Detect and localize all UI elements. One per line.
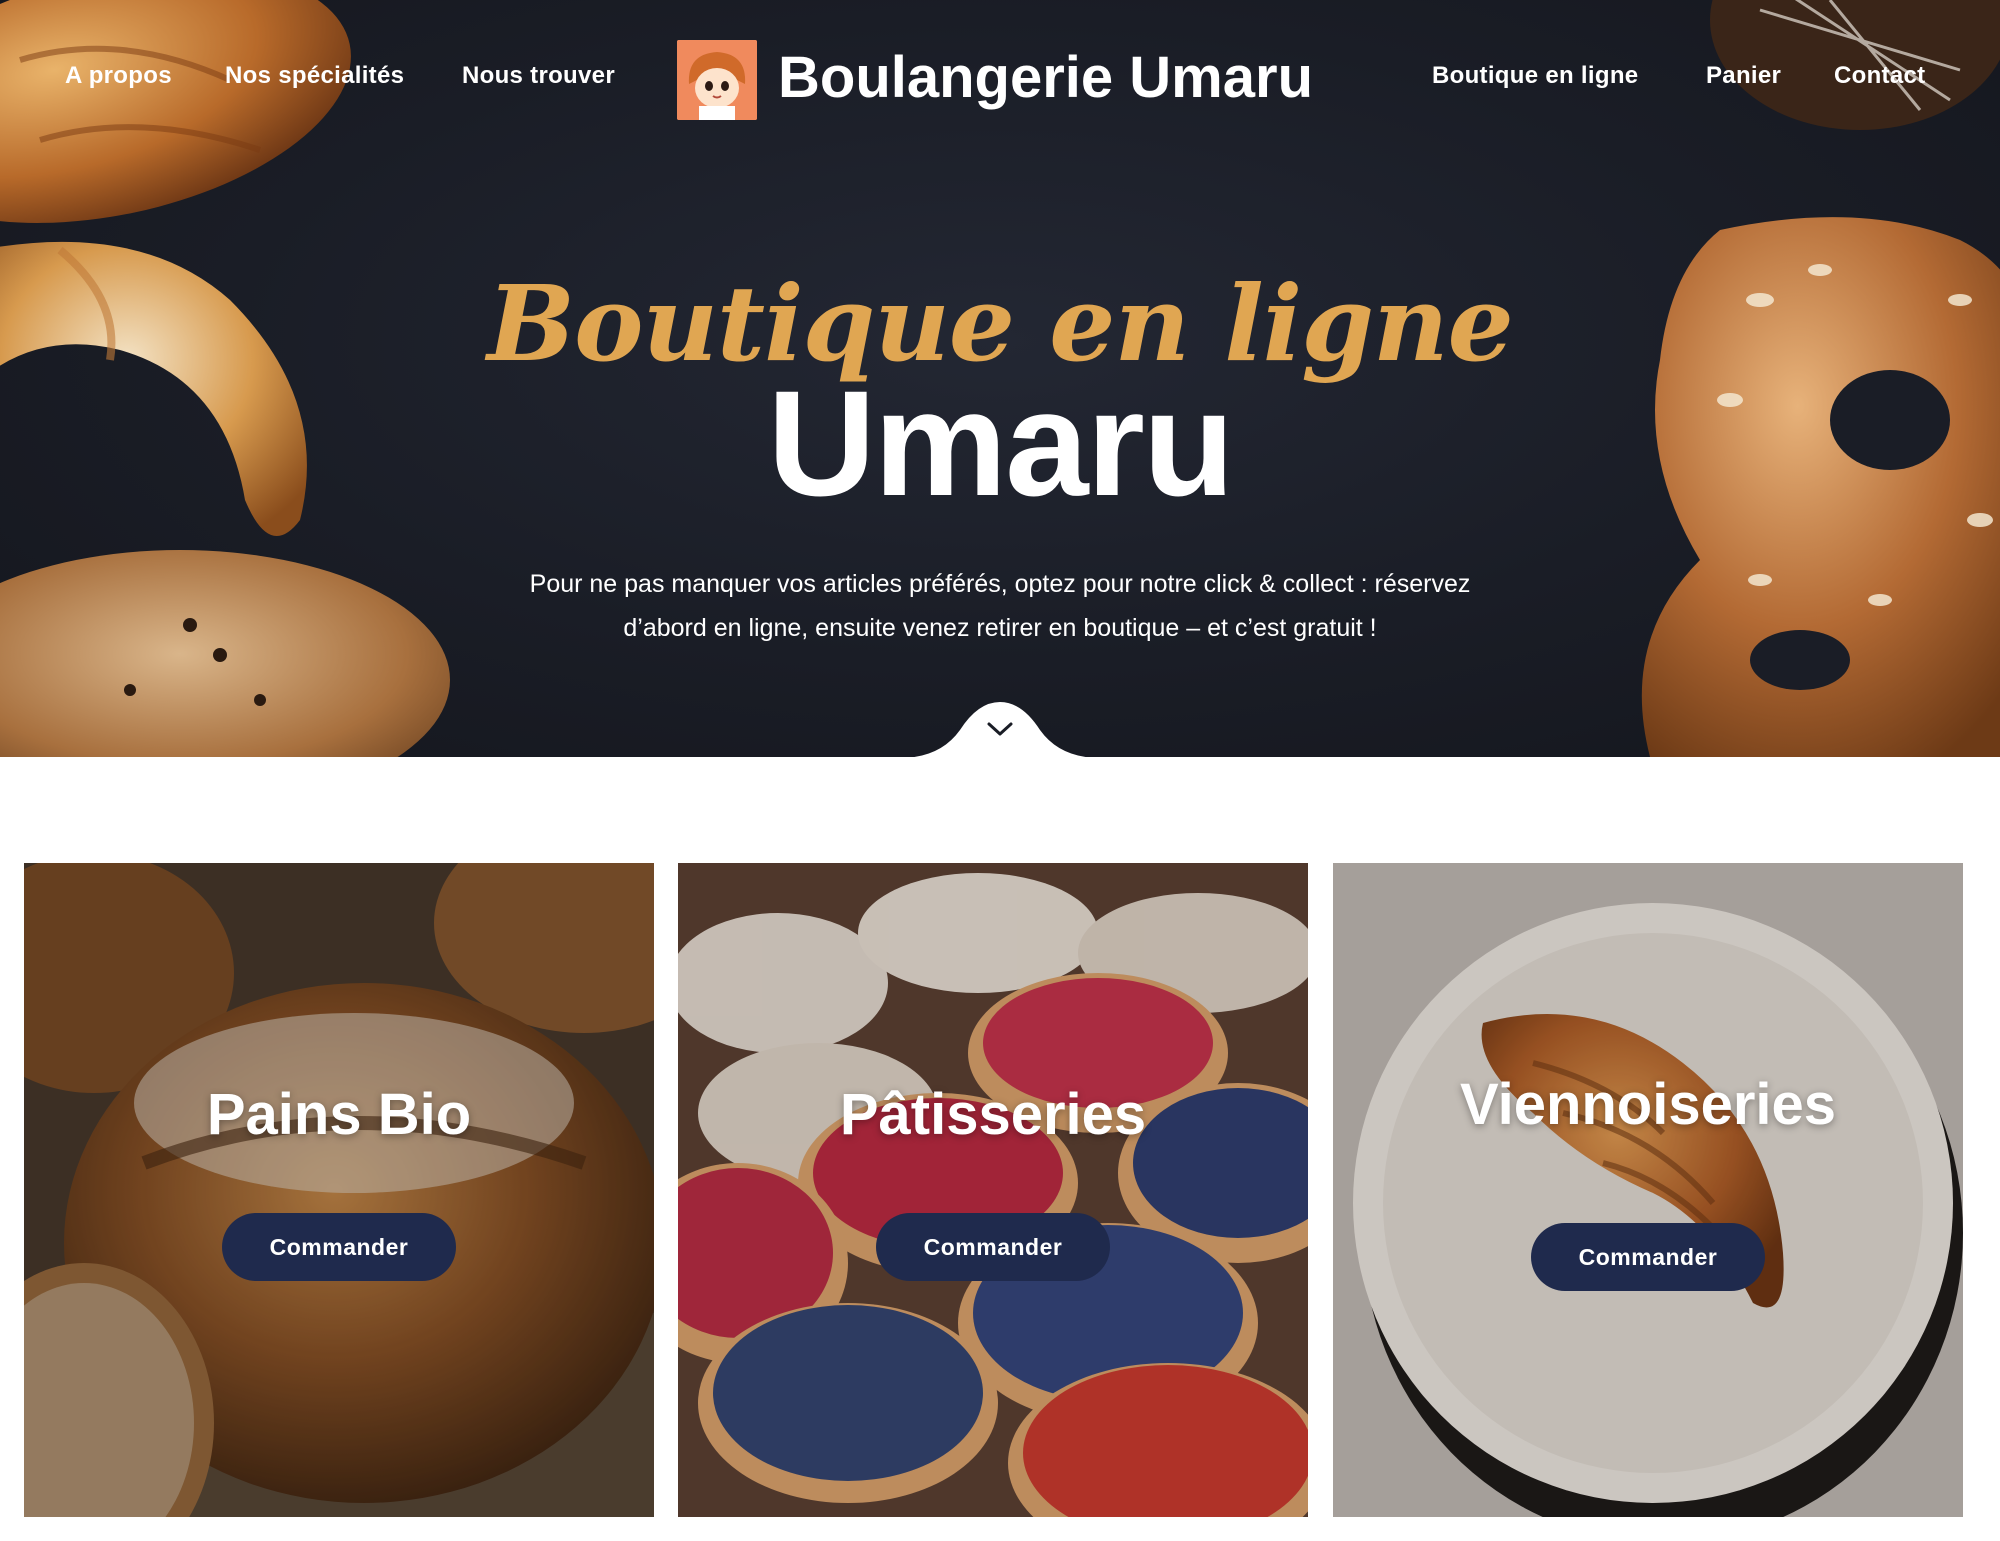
category-card-pains-bio[interactable]: Pains Bio Commander [24, 863, 654, 1517]
category-card-viennoiseries[interactable]: Viennoiseries Commander [1333, 863, 1963, 1517]
scroll-down-button[interactable] [900, 690, 1100, 757]
category-card-patisseries[interactable]: Pâtisseries Commander [678, 863, 1308, 1517]
nav-link-a-propos[interactable]: A propos [65, 62, 172, 90]
nav-link-nos-specialites[interactable]: Nos spécialités [225, 62, 404, 90]
nav-link-panier[interactable]: Panier [1706, 62, 1781, 90]
hero-title: Umaru [767, 359, 1234, 527]
order-button-pains-bio[interactable]: Commander [222, 1213, 456, 1281]
umaru-logo-icon[interactable] [677, 40, 757, 120]
hero-description-line-2: d’abord en ligne, ensuite venez retirer … [623, 614, 1377, 642]
card-title-pains-bio: Pains Bio [206, 1082, 472, 1147]
hero-section: A propos Nos spécialités Nous trouver Bo… [0, 0, 2000, 757]
order-button-patisseries[interactable]: Commander [876, 1213, 1110, 1281]
pains-bio-image [24, 863, 654, 1517]
nav-link-contact[interactable]: Contact [1834, 62, 1925, 90]
nav-link-nous-trouver[interactable]: Nous trouver [462, 62, 615, 90]
hero-description: Pour ne pas manquer vos articles préféré… [520, 562, 1480, 650]
brand-name[interactable]: Boulangerie Umaru [778, 44, 1313, 111]
card-title-viennoiseries: Viennoiseries [1459, 1072, 1837, 1137]
patisseries-image [678, 863, 1308, 1517]
card-title-patisseries: Pâtisseries [839, 1082, 1147, 1147]
hero-description-line-1: Pour ne pas manquer vos articles préféré… [529, 570, 1471, 598]
viennoiseries-image [1333, 863, 1963, 1517]
nav-link-boutique-en-ligne[interactable]: Boutique en ligne [1432, 62, 1638, 90]
order-button-viennoiseries[interactable]: Commander [1531, 1223, 1765, 1291]
